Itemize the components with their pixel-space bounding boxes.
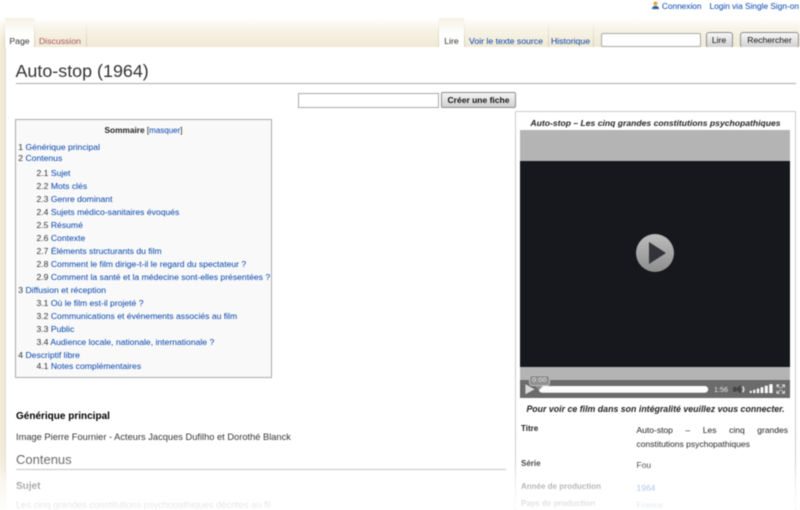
svg-text:1:56: 1:56: [714, 384, 728, 393]
